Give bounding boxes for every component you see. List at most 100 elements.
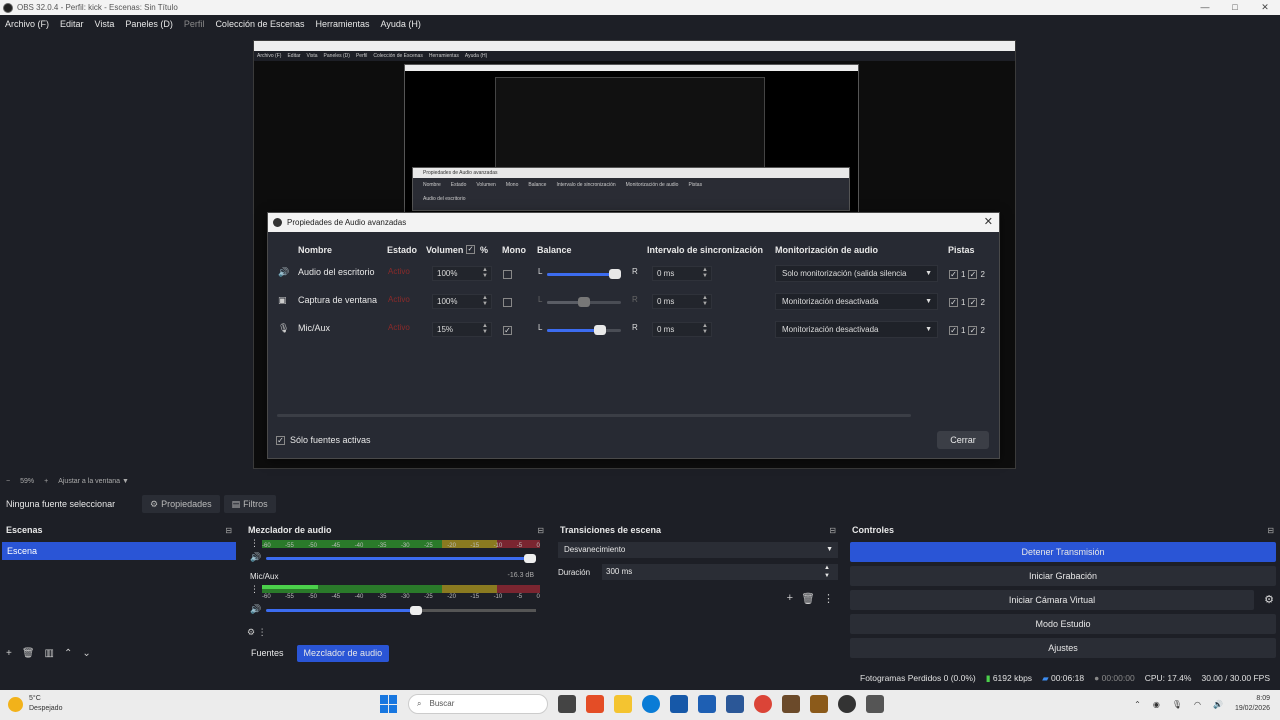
settings-button[interactable]: Ajustes	[850, 638, 1276, 658]
minimize-button[interactable]: —	[1190, 0, 1220, 15]
balance-slider[interactable]	[547, 297, 621, 307]
sync-offset-spinbox[interactable]: 0 ms ▲ ▼	[652, 322, 712, 337]
start-virtual-camera-button[interactable]: Iniciar Cámara Virtual	[850, 590, 1254, 610]
dock-popout-icon[interactable]: ⊟	[1267, 526, 1274, 535]
transitions-dock: Transiciones de escena ⊟ Desvanecimiento ▼…	[554, 522, 842, 667]
speaker-icon[interactable]: 🔊	[250, 552, 261, 563]
tab-fuentes[interactable]: Fuentes	[244, 645, 291, 662]
filter-icon[interactable]: ▥	[45, 648, 54, 659]
wifi-icon[interactable]: ◠	[1194, 700, 1201, 709]
stop-streaming-button[interactable]: Detener Transmisión	[850, 542, 1276, 562]
chevron-down-icon[interactable]: ⌄	[82, 648, 90, 659]
only-active-checkbox[interactable]: ✓	[276, 435, 285, 445]
add-icon[interactable]: +	[6, 648, 12, 659]
speaker-icon[interactable]: 🔊	[250, 604, 261, 615]
source-name: Mic/Aux	[298, 323, 331, 333]
word-icon[interactable]	[726, 695, 744, 713]
menu-vista[interactable]: Vista	[95, 19, 115, 29]
start-recording-button[interactable]: Iniciar Grabación	[850, 566, 1276, 586]
horizontal-scrollbar[interactable]	[277, 414, 911, 417]
sync-offset-spinbox[interactable]: 0 ms ▲ ▼	[652, 266, 712, 281]
microphone-icon[interactable]: 🎙	[1172, 700, 1182, 709]
chevron-up-icon[interactable]: ⌃	[64, 648, 72, 659]
app-icon[interactable]	[586, 695, 604, 713]
studio-mode-button[interactable]: Modo Estudio	[850, 614, 1276, 634]
balance-slider[interactable]	[547, 269, 621, 279]
edge-icon[interactable]	[642, 695, 660, 713]
mono-checkbox[interactable]	[503, 270, 512, 279]
menu-archivo[interactable]: Archivo (F)	[5, 19, 49, 29]
volume-slider[interactable]	[266, 606, 536, 615]
dialog-close-icon[interactable]: ✕	[984, 215, 993, 228]
store-icon[interactable]	[670, 695, 688, 713]
monitoring-dropdown[interactable]: Monitorización desactivada ▼	[775, 293, 938, 310]
volume-spinbox[interactable]: 15% ▲ ▼	[432, 322, 492, 337]
zoom-in-button[interactable]: +	[44, 478, 48, 485]
tab-mezclador[interactable]: Mezclador de audio	[296, 645, 390, 662]
properties-button[interactable]: ⚙ Propiedades	[142, 495, 220, 513]
volume-spinbox[interactable]: 100% ▲ ▼	[432, 294, 492, 309]
close-button[interactable]: ✕	[1250, 0, 1280, 15]
sync-offset-spinbox[interactable]: 0 ms ▲ ▼	[652, 294, 712, 309]
transition-dropdown[interactable]: Desvanecimiento ▼	[558, 542, 838, 558]
cerrar-button[interactable]: Cerrar	[937, 431, 989, 449]
dock-popout-icon[interactable]: ⊟	[225, 526, 232, 535]
mixer-gear-icon[interactable]: ⚙ ⋮	[247, 627, 267, 638]
clock[interactable]: 8:09 19/02/2026	[1235, 694, 1270, 714]
menu-dots-icon[interactable]: ⋮	[823, 592, 834, 605]
track2-checkbox[interactable]: ✓	[968, 298, 978, 307]
menu-dots-icon[interactable]: ⋮	[250, 538, 259, 549]
monitoring-dropdown[interactable]: Solo monitorización (salida silencia ▼	[775, 265, 938, 282]
menu-dots-icon[interactable]: ⋮	[250, 584, 259, 595]
volume-percent-checkbox[interactable]: ✓	[466, 245, 475, 254]
channel-db: -16.3 dB	[507, 572, 534, 579]
add-icon[interactable]: +	[787, 592, 793, 605]
track1-checkbox[interactable]: ✓	[949, 326, 958, 335]
app-icon[interactable]	[866, 695, 884, 713]
volume-spinbox[interactable]: 100% ▲ ▼	[432, 266, 492, 281]
zoom-out-button[interactable]: −	[6, 478, 10, 485]
track1-checkbox[interactable]: ✓	[949, 270, 958, 279]
menu-editar[interactable]: Editar	[60, 19, 84, 29]
file-explorer-icon[interactable]	[614, 695, 632, 713]
windows-start-icon[interactable]	[380, 695, 398, 713]
chrome-icon[interactable]	[754, 695, 772, 713]
network-icon[interactable]: ◉	[1153, 700, 1160, 709]
maximize-button[interactable]: □	[1220, 0, 1250, 15]
filters-button[interactable]: ▤ Filtros	[223, 495, 276, 513]
chevron-up-icon[interactable]: ⌃	[1134, 700, 1141, 709]
dock-popout-icon[interactable]: ⊟	[829, 526, 836, 535]
menu-ayuda[interactable]: Ayuda (H)	[381, 19, 421, 29]
taskbar-search[interactable]: ⌕ Buscar	[408, 694, 548, 714]
mono-checkbox[interactable]: ✓	[503, 326, 512, 335]
scene-item[interactable]: Escena	[2, 542, 236, 560]
menu-perfil[interactable]: Perfil	[184, 19, 205, 29]
gear-icon[interactable]: ⚙	[1258, 590, 1280, 610]
volume-slider[interactable]	[266, 554, 536, 563]
track2-checkbox[interactable]: ✓	[968, 326, 978, 335]
mono-checkbox[interactable]	[503, 298, 512, 307]
only-active-toggle[interactable]: ✓ Sólo fuentes activas	[276, 435, 371, 445]
menu-coleccion[interactable]: Colección de Escenas	[215, 19, 304, 29]
balance-left-label: L	[538, 323, 543, 332]
menu-herramientas[interactable]: Herramientas	[316, 19, 370, 29]
track1-checkbox[interactable]: ✓	[949, 298, 958, 307]
game-icon[interactable]	[782, 695, 800, 713]
track2-checkbox[interactable]: ✓	[968, 270, 978, 279]
menu-paneles[interactable]: Paneles (D)	[125, 19, 173, 29]
outlook-icon[interactable]	[698, 695, 716, 713]
balance-slider[interactable]	[547, 325, 621, 335]
volume-icon[interactable]: 🔊	[1213, 700, 1223, 709]
obs-icon[interactable]	[838, 695, 856, 713]
game-icon[interactable]	[810, 695, 828, 713]
task-view-icon[interactable]	[558, 695, 576, 713]
meter-ticks: -60 -55 -50 -45 -40 -35 -30 -25 -20 -15 -10 -5 0	[262, 543, 540, 549]
fit-to-window-dropdown[interactable]: Ajustar a la ventana ▼	[58, 478, 129, 485]
duration-spinbox[interactable]: 300 ms ▲ ▼	[602, 564, 838, 580]
tracks-group: ✓ 1 ✓ 2	[949, 326, 985, 335]
trash-icon[interactable]: 🗑	[801, 592, 815, 605]
dock-popout-icon[interactable]: ⊟	[537, 526, 544, 535]
trash-icon[interactable]: 🗑	[22, 648, 35, 659]
weather-widget[interactable]: 5°C Despejado	[8, 694, 62, 714]
monitoring-dropdown[interactable]: Monitorización desactivada ▼	[775, 321, 938, 338]
